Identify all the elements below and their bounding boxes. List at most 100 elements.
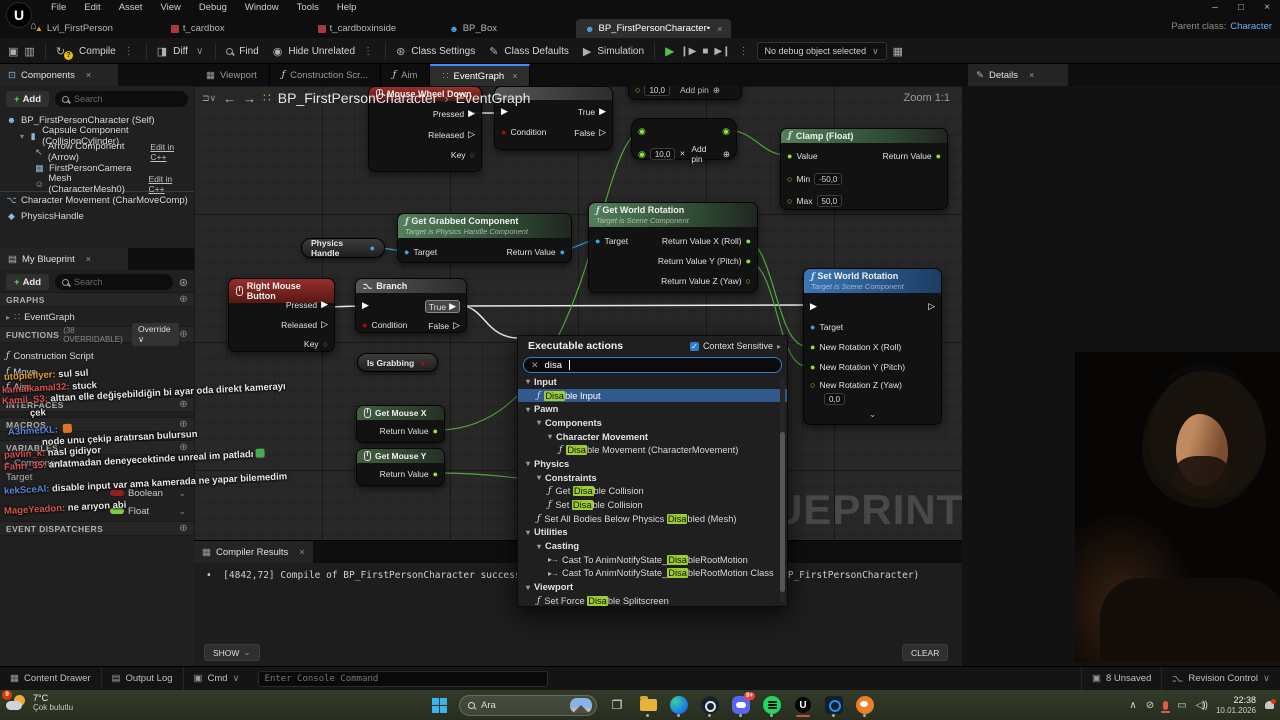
context-sensitive-checkbox[interactable]: ✓ Context Sensitive ▸ <box>689 341 781 351</box>
caret-down-icon[interactable]: ▾ <box>526 459 530 468</box>
console-command-input[interactable] <box>257 670 548 687</box>
menu-item-set-all-bodies-below-physics-disabled-mesh[interactable]: ƒ Set All Bodies Below Physics Disabled (… <box>518 512 787 526</box>
gear-icon[interactable]: ⊛ <box>179 276 188 289</box>
device-icon[interactable]: ▭ <box>1177 700 1186 711</box>
start-button[interactable] <box>428 693 450 717</box>
override-dropdown[interactable]: Override ∨ <box>131 323 180 346</box>
menu-item-cast-to-animnotifystate-disablerootmotion[interactable]: ▸→ Cast To AnimNotifyState_DisableRootMot… <box>518 553 787 567</box>
app-file-explorer[interactable] <box>637 693 659 717</box>
caret-down-icon[interactable]: ▾ <box>526 405 530 414</box>
float-pin[interactable]: ● <box>746 256 751 266</box>
graph-tab-eventgraph[interactable]: ∷ EventGraph × <box>430 64 531 86</box>
menu-item-input[interactable]: ▾ Input <box>518 375 787 389</box>
app-edge[interactable] <box>668 693 690 717</box>
asset-tab-bp-firstpersoncharacter[interactable]: ☻ BP_FirstPersonCharacter• × <box>576 19 732 38</box>
clear-button[interactable]: CLEAR <box>902 644 949 661</box>
bool-pin[interactable]: ● <box>420 358 425 368</box>
add-interface-icon[interactable]: ⊕ <box>179 399 188 410</box>
exec-pin[interactable]: ▶ <box>599 106 606 117</box>
compile-button[interactable]: Compile <box>79 46 116 57</box>
caret-down-icon[interactable]: ▾ <box>526 377 530 386</box>
caret-down-icon[interactable]: ▾ <box>548 432 552 441</box>
exec-pin[interactable]: ▷ <box>599 127 606 138</box>
simulation-button[interactable]: Simulation <box>597 46 644 57</box>
add-pin-icon[interactable]: ⊕ <box>713 86 720 96</box>
add-dispatcher-icon[interactable]: ⊕ <box>179 523 188 534</box>
tray-expand-icon[interactable]: ∧ <box>1129 700 1136 711</box>
revision-control-button[interactable]: ⌥ Revision Control ∨ <box>1161 666 1280 691</box>
close-icon[interactable]: × <box>299 547 304 557</box>
menu-item-view[interactable]: View <box>151 1 189 14</box>
sidebar-item-aim[interactable]: ƒ Aim <box>0 379 194 395</box>
close-icon[interactable]: × <box>1029 70 1034 80</box>
menu-item-utilities[interactable]: ▾ Utilities <box>518 526 787 540</box>
nav-forward-icon[interactable]: → <box>243 91 256 106</box>
browse-icon[interactable]: ▥ <box>24 45 34 58</box>
minimize-button[interactable]: – <box>1202 2 1228 13</box>
functions-header[interactable]: FUNCTIONS (38 OVERRIDABLE) Override ∨ ⊕ <box>0 323 194 346</box>
float-pin[interactable]: ● <box>936 151 941 161</box>
caret-down-icon[interactable]: ▾ <box>526 583 530 592</box>
close-icon[interactable]: × <box>86 70 91 80</box>
node-branch[interactable]: ⌥ Branch ▶ True ▶ ● Condition False ▷ <box>355 278 467 333</box>
expand-node-icon[interactable]: ⌄ <box>810 409 935 420</box>
microphone-icon[interactable] <box>1161 700 1171 713</box>
parent-class-value[interactable]: Character <box>1230 21 1272 32</box>
save-icon[interactable]: ▣ <box>8 45 18 58</box>
output-log-button[interactable]: ▤ Output Log <box>102 666 184 691</box>
content-drawer-button[interactable]: ▦ Content Drawer <box>0 666 102 691</box>
float-pin[interactable]: ○ <box>635 86 640 95</box>
app-unreal-engine[interactable]: U <box>792 693 814 717</box>
menu-item-constraints[interactable]: ▾ Constraints <box>518 471 787 485</box>
eye-closed-icon[interactable]: ⌄ <box>178 488 186 499</box>
screen-cast-off-icon[interactable]: ⊘ <box>1146 700 1154 711</box>
float-pin[interactable]: ◉ <box>638 149 646 160</box>
close-button[interactable]: × <box>1254 2 1280 13</box>
edit-in-cpp-link[interactable]: Edit in C++ <box>150 142 188 162</box>
variable-row-float[interactable]: Float ⌄ <box>0 503 194 519</box>
exec-pin[interactable]: ▷ <box>321 319 328 330</box>
menu-item-set-disable-collision[interactable]: ƒ Set Disable Collision <box>518 498 787 512</box>
menu-item-disable-input[interactable]: ƒ Disable Input <box>518 388 787 403</box>
exec-pin[interactable]: ▷ <box>928 301 935 312</box>
node-multiply-top[interactable]: ○ 10,0 Add pin ⊕ <box>628 86 742 100</box>
context-menu-search-input[interactable]: ✕ disa <box>523 357 782 373</box>
find-button[interactable]: Find <box>239 46 258 57</box>
node-get-grabbed-component[interactable]: ƒ Get Grabbed Component Target is Physics… <box>397 213 572 263</box>
menu-item-character-movement[interactable]: ▾ Character Movement <box>518 430 787 444</box>
frame-skip-button[interactable]: ❙▶ <box>680 46 696 57</box>
breadcrumb-current[interactable]: EventGraph <box>456 90 531 106</box>
graph-tab-aim[interactable]: ƒ Aim <box>381 64 431 86</box>
float-pin[interactable]: ○ <box>787 196 792 206</box>
graph-tab-construction-scr[interactable]: ƒ Construction Scr... <box>270 64 381 86</box>
variable-row-boolean[interactable]: Boolean ⌄ <box>0 485 194 501</box>
menu-item-components[interactable]: ▾ Components <box>518 416 787 430</box>
caret-down-icon[interactable]: ▾ <box>537 418 541 427</box>
key-pin[interactable]: ○ <box>323 339 328 349</box>
play-button[interactable]: ▶ <box>665 44 674 58</box>
asset-tab-t-cardbox[interactable]: t_cardbox <box>162 19 234 38</box>
component-row-mesh-charactermesh0[interactable]: ☺ Mesh (CharacterMesh0) Edit in C++ <box>0 173 194 195</box>
asset-tab-bp-box[interactable]: ☻ BP_Box <box>440 19 506 38</box>
menu-item-get-disable-collision[interactable]: ƒ Get Disable Collision <box>518 485 787 499</box>
show-filter-button[interactable]: SHOW ⌄ <box>204 644 260 661</box>
compile-options-icon[interactable]: ⋮ <box>124 46 134 57</box>
component-row-character-movement-charmovecomp[interactable]: ⌥ Character Movement (CharMoveComp) <box>0 192 194 208</box>
maximize-button[interactable]: □ <box>1228 2 1254 13</box>
tab-my-blueprint[interactable]: ▤ My Blueprint × <box>0 248 128 270</box>
stop-button[interactable]: ■ <box>702 46 708 57</box>
node-is-grabbing[interactable]: Is Grabbing ● <box>357 353 438 372</box>
node-get-world-rotation[interactable]: ƒ Get World Rotation Target is Scene Comp… <box>588 202 758 293</box>
node-set-world-rotation[interactable]: ƒ Set World Rotation Target is Scene Comp… <box>803 268 942 425</box>
menu-item-debug[interactable]: Debug <box>190 1 236 14</box>
debug-object-select[interactable]: No debug object selected ∨ <box>756 42 887 60</box>
asset-tab-lvl-firstperson[interactable]: ▲ Lvl_FirstPerson <box>26 19 122 38</box>
class-defaults-button[interactable]: Class Defaults <box>504 46 568 57</box>
add-component-button[interactable]: + Add <box>6 91 50 107</box>
float-pin[interactable]: ● <box>433 469 438 479</box>
notification-bell-icon[interactable] <box>1265 699 1276 709</box>
cmd-dropdown[interactable]: ▣ Cmd ∨ <box>184 667 250 691</box>
menu-item-cast-to-animnotifystate-disablerootmotion-class[interactable]: ▸→ Cast To AnimNotifyState_DisableRootMot… <box>518 567 787 581</box>
app-discord[interactable]: 9+ <box>730 692 755 717</box>
clear-search-icon[interactable]: ✕ <box>531 360 539 371</box>
